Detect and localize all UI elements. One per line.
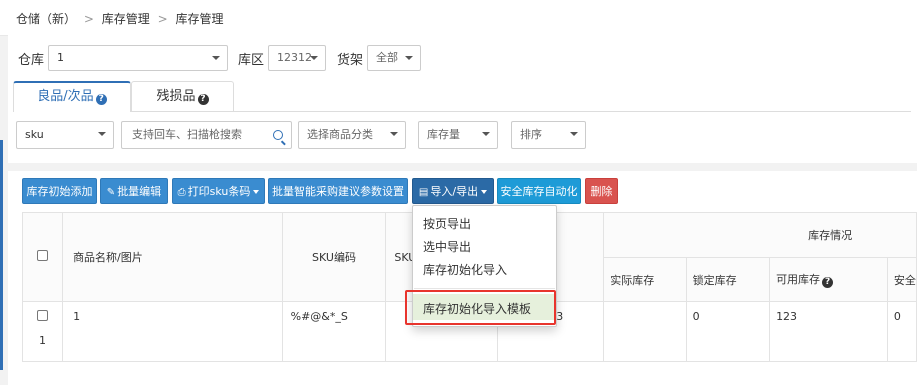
smart-purchase-settings-label: 批量智能采购建议参数设置 — [272, 185, 404, 198]
safe-stock-automation-label: 安全库存自动化 — [500, 185, 578, 198]
chevron-down-icon — [390, 132, 398, 136]
shelf-label: 货架 — [337, 52, 364, 68]
chevron-down-icon — [310, 56, 319, 60]
shelf-select[interactable]: 全部 — [367, 45, 422, 71]
breadcrumb: 仓储（新） > 库存管理 > 库存管理 — [16, 10, 223, 27]
tab-damaged-products-label: 残损品 — [156, 89, 196, 104]
highlight-box — [405, 290, 556, 325]
breadcrumb-separator: > — [83, 12, 94, 26]
menu-item-export-selected[interactable]: 选中导出 — [423, 238, 471, 255]
question-icon: ? — [822, 277, 834, 288]
category-value: 选择商品分类 — [307, 128, 373, 141]
breadcrumb-level2: 库存管理 — [175, 12, 224, 26]
left-edge-marker — [0, 140, 3, 370]
header-locked-stock: 锁定库存 — [685, 257, 771, 302]
import-export-label: 导入/导出 — [430, 185, 479, 198]
row-select-cell: 1 — [21, 301, 64, 362]
header-available-stock: 可用库存? — [769, 257, 888, 302]
print-icon: ⎙ — [177, 187, 186, 198]
sort-select[interactable]: 排序 — [511, 121, 586, 149]
menu-item-init-import[interactable]: 库存初始化导入 — [423, 261, 507, 278]
breadcrumb-separator: > — [157, 12, 168, 26]
warehouse-value: 1 — [57, 51, 65, 64]
search-input[interactable]: 支持回车、扫描枪搜索 — [121, 121, 292, 149]
header-product: 商品名称/图片 — [62, 212, 283, 302]
row-available-stock: 123 — [769, 301, 888, 362]
search-icon[interactable] — [273, 130, 283, 140]
row-product: 1 — [62, 301, 283, 362]
chevron-down-icon — [212, 56, 221, 60]
init-stock-add-button[interactable]: 库存初始添加 — [22, 178, 97, 204]
print-sku-button[interactable]: ⎙ 打印sku条码 — [172, 178, 265, 204]
select-all-checkbox[interactable] — [37, 250, 49, 261]
menu-divider — [414, 288, 555, 289]
header-sku-code: SKU编码 — [281, 212, 387, 302]
location-filter-row: 仓库 1 库区 12312 货架 全部 — [18, 45, 422, 71]
init-stock-add-label: 库存初始添加 — [26, 185, 93, 198]
stock-qty-select[interactable]: 库存量 — [418, 121, 498, 149]
breadcrumb-level1[interactable]: 库存管理 — [102, 12, 150, 26]
search-placeholder: 支持回车、扫描枪搜索 — [132, 128, 242, 141]
header-actual-stock-label: 实际库存 — [610, 273, 655, 287]
header-select-all — [21, 212, 64, 302]
zone-label: 库区 — [238, 52, 265, 68]
category-select[interactable]: 选择商品分类 — [298, 121, 406, 149]
warehouse-select[interactable]: 1 — [48, 45, 229, 71]
tab-underline — [131, 111, 911, 112]
tab-damaged-products[interactable]: 残损品? — [131, 81, 234, 112]
header-locked-stock-label: 锁定库存 — [692, 273, 737, 287]
top-bar: 仓储（新） > 库存管理 > 库存管理 — [0, 0, 917, 36]
row-safety-stock-value: 0 — [893, 310, 901, 323]
chevron-down-icon — [98, 132, 106, 136]
chevron-down-icon — [405, 56, 414, 60]
edit-icon: ✎ — [106, 187, 116, 198]
tab-good-products[interactable]: 良品/次品? — [13, 81, 131, 112]
zone-select[interactable]: 12312 — [268, 45, 327, 71]
header-safety-stock-label: 安全 — [893, 273, 916, 287]
import-export-button[interactable]: ▤ 导入/导出 — [412, 178, 494, 204]
warehouse-label: 仓库 — [18, 52, 45, 68]
row-product-name: 1 — [73, 310, 81, 323]
sku-type-select[interactable]: sku — [16, 121, 114, 149]
print-sku-label: 打印sku条码 — [187, 185, 251, 198]
file-icon: ▤ — [418, 187, 429, 198]
chevron-down-icon — [570, 132, 578, 136]
question-icon: ? — [95, 94, 107, 105]
chevron-down-icon — [482, 132, 490, 136]
breadcrumb-root[interactable]: 仓储（新） — [16, 12, 76, 26]
header-sku-code-label: SKU编码 — [312, 251, 356, 264]
zone-value: 12312 — [277, 51, 313, 64]
header-available-stock-label: 可用库存 — [776, 273, 821, 286]
row-locked-stock-value: 0 — [692, 310, 700, 323]
row-checkbox[interactable] — [37, 310, 49, 321]
header-stock-group: 库存情况 — [603, 212, 917, 258]
header-safety-stock: 安全 — [886, 257, 917, 302]
row-safety-stock: 0 — [886, 301, 917, 362]
row-sku-code: %#@&*_S — [281, 301, 387, 362]
question-icon: ? — [197, 94, 209, 105]
header-actual-stock: 实际库存 — [603, 257, 687, 302]
shelf-value: 全部 — [376, 51, 399, 64]
stock-qty-value: 库存量 — [427, 128, 460, 141]
tab-good-products-label: 良品/次品 — [37, 89, 94, 104]
smart-purchase-settings-button[interactable]: 批量智能采购建议参数设置 — [268, 178, 408, 204]
batch-edit-label: 批量编辑 — [117, 185, 162, 198]
row-available-stock-value: 123 — [776, 310, 798, 323]
header-stock-group-label: 库存情况 — [808, 229, 853, 242]
row-sku-code-value: %#@&*_S — [290, 310, 348, 323]
row-index: 1 — [39, 334, 47, 347]
delete-button[interactable]: 删除 — [585, 178, 618, 204]
filter-panel: 仓库 1 库区 12312 货架 全部 良品/次品? 残损品? sku 支持回车 — [8, 35, 917, 163]
safe-stock-automation-button[interactable]: 安全库存自动化 — [497, 178, 581, 204]
sku-type-value: sku — [25, 128, 44, 141]
chevron-down-icon — [253, 190, 260, 194]
sort-value: 排序 — [520, 128, 542, 141]
menu-item-export-page[interactable]: 按页导出 — [423, 215, 471, 232]
delete-label: 删除 — [590, 185, 613, 198]
batch-edit-button[interactable]: ✎ 批量编辑 — [100, 178, 168, 204]
row-spacer — [603, 301, 687, 362]
row-locked-stock: 0 — [685, 301, 771, 362]
chevron-down-icon — [481, 190, 488, 194]
header-product-label: 商品名称/图片 — [73, 251, 143, 264]
